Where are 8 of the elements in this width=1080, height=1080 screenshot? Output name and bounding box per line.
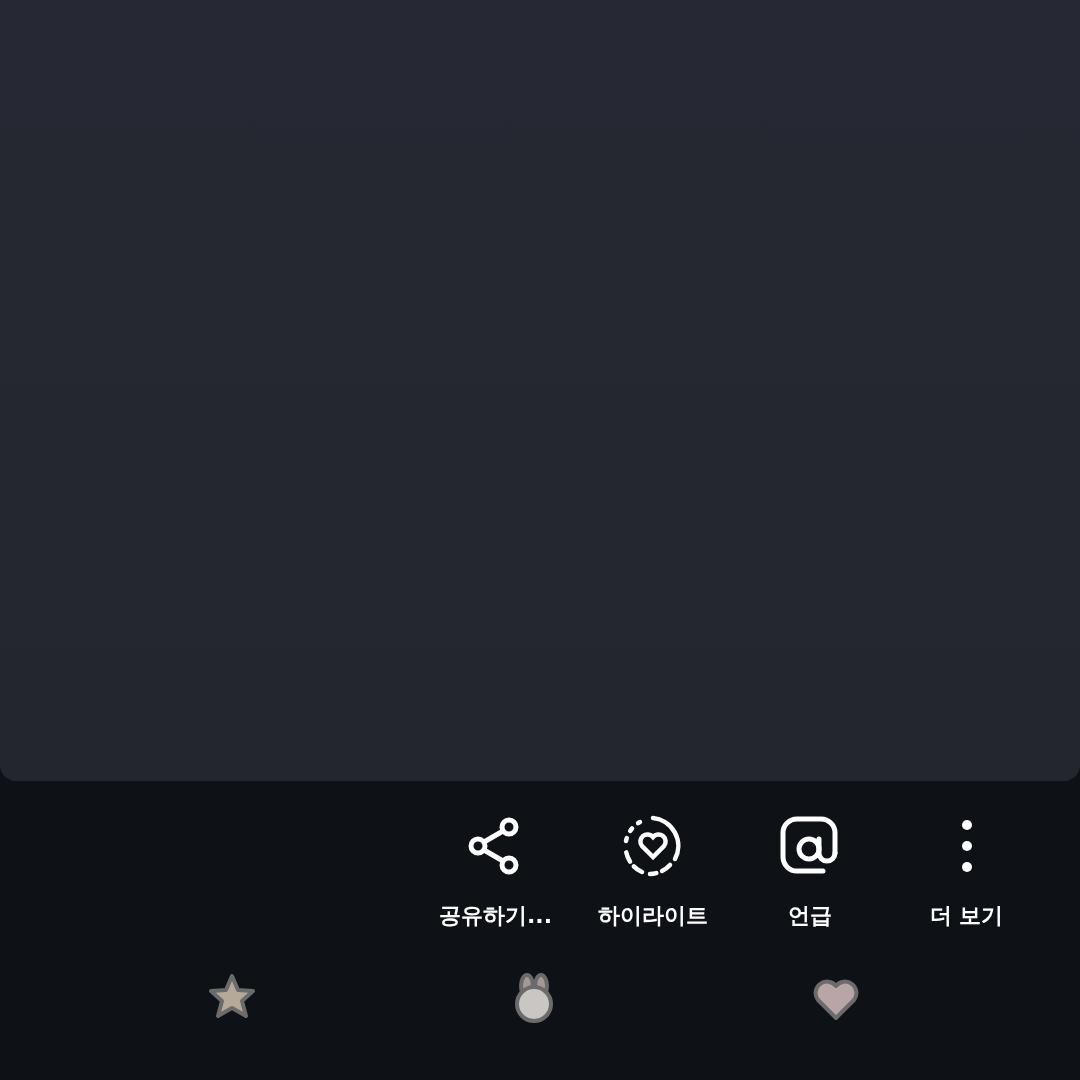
share-icon xyxy=(468,817,518,875)
action-label[interactable]: 공유하기... xyxy=(438,899,553,932)
highlight-icon xyxy=(623,815,680,877)
action-label[interactable]: 더 보기 xyxy=(929,899,1004,932)
action-label[interactable]: 언급 xyxy=(787,899,832,932)
at-sign-icon xyxy=(780,816,837,874)
action-label[interactable]: 하이라이트 xyxy=(597,899,708,932)
more-icon xyxy=(961,820,972,872)
